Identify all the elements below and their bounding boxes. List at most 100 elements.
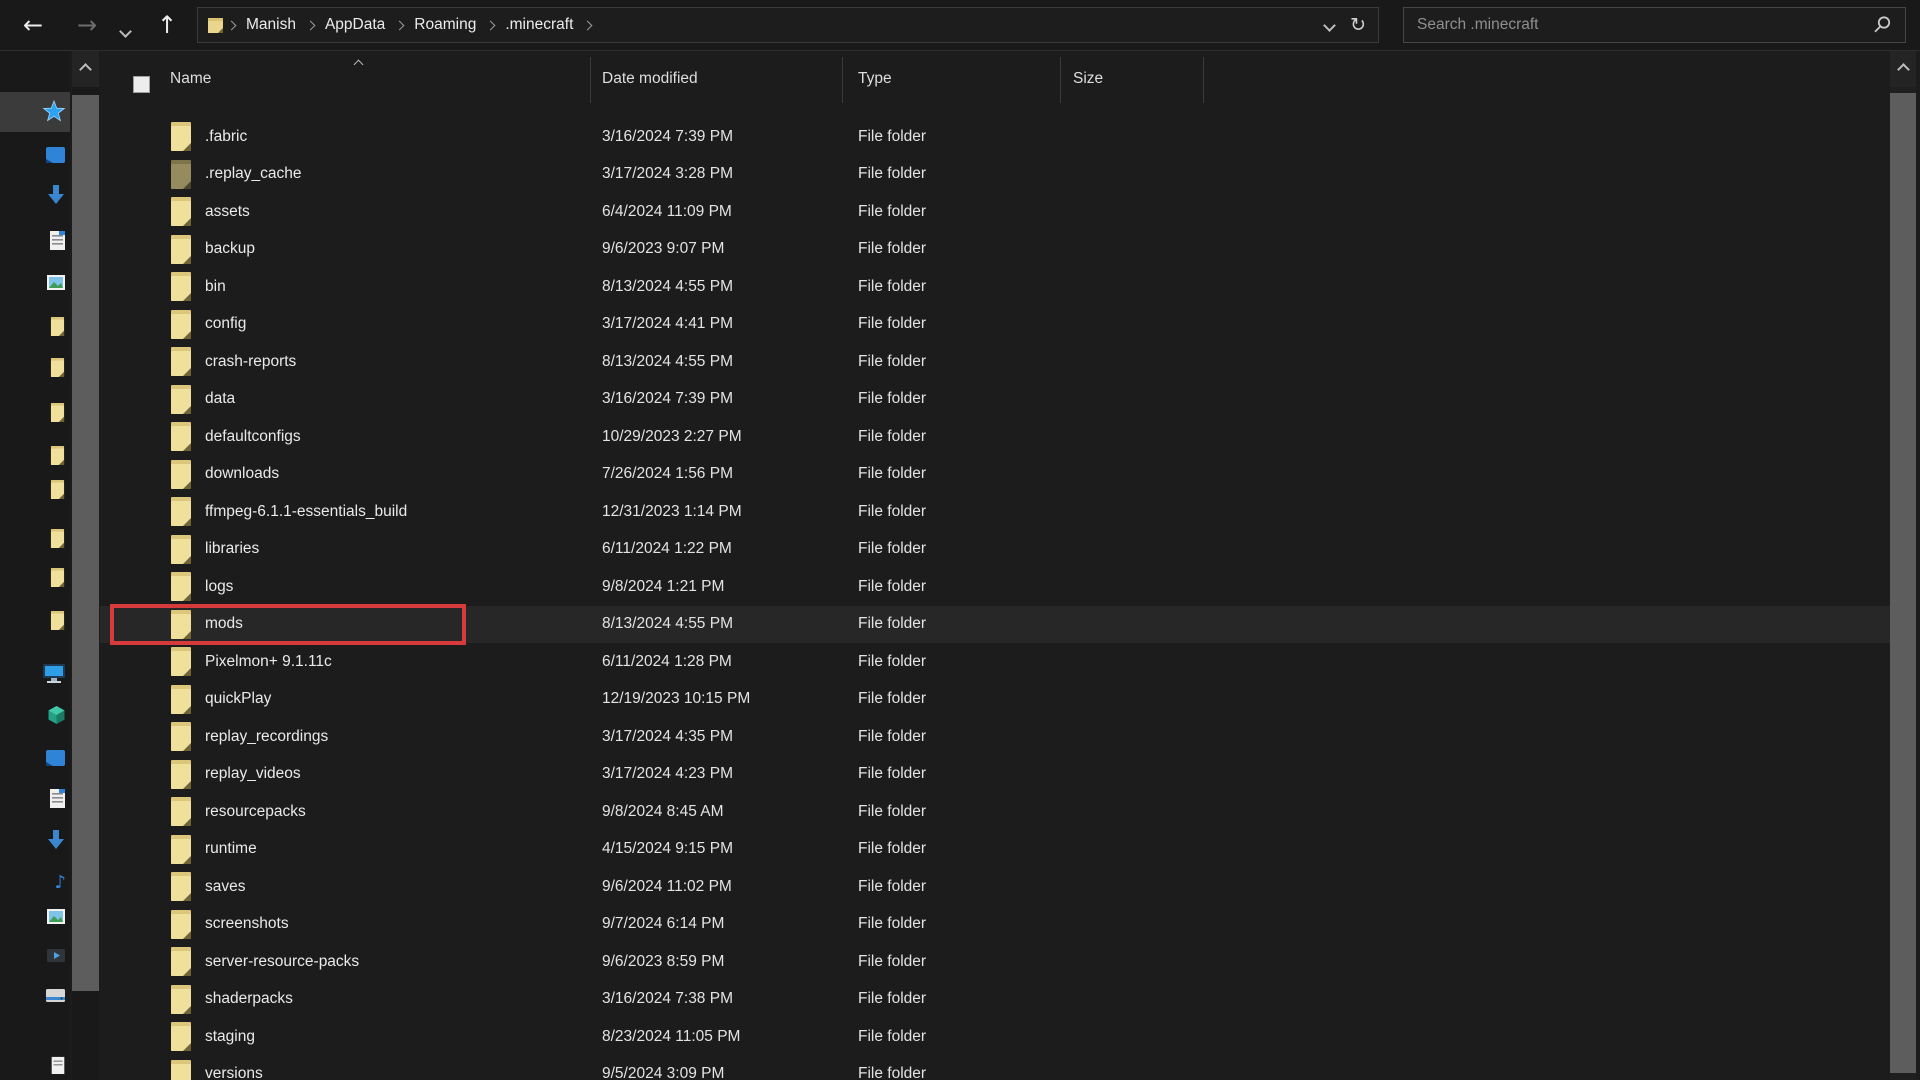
sidebar-scrollbar[interactable] (72, 51, 99, 1080)
sidebar-item-local-disk[interactable] (0, 979, 70, 1011)
folder-icon (171, 159, 191, 189)
file-row[interactable]: libraries 6/11/2024 1:22 PM File folder (100, 531, 1890, 569)
recent-locations-button[interactable] (113, 14, 137, 48)
file-row[interactable]: .replay_cache 3/17/2024 3:28 PM File fol… (100, 156, 1890, 194)
refresh-icon[interactable]: ↻ (1350, 15, 1366, 35)
folder-icon (171, 497, 191, 527)
sidebar-item-folder[interactable] (0, 310, 70, 342)
file-row[interactable]: runtime 4/15/2024 9:15 PM File folder (100, 831, 1890, 869)
sidebar-item-documents[interactable] (0, 224, 70, 256)
file-type: File folder (858, 315, 927, 333)
search-box[interactable]: Search .minecraft (1403, 7, 1906, 43)
sidebar-item-folder[interactable] (0, 604, 70, 636)
sidebar-item-pictures[interactable] (0, 266, 70, 298)
file-name: server-resource-packs (205, 952, 360, 970)
sidebar-item-folder[interactable] (0, 439, 70, 471)
column-header-name[interactable]: Name (170, 51, 211, 107)
file-type: File folder (858, 990, 927, 1008)
sidebar-item-folder[interactable] (0, 522, 70, 554)
sidebar-item-this-pc[interactable] (0, 657, 70, 689)
sidebar-item-desktop[interactable] (0, 742, 70, 774)
file-row[interactable]: assets 6/4/2024 11:09 PM File folder (100, 193, 1890, 231)
file-name: libraries (205, 540, 260, 558)
file-row[interactable]: ffmpeg-6.1.1-essentials_build 12/31/2023… (100, 493, 1890, 531)
column-header-type[interactable]: Type (858, 51, 892, 107)
downloads-icon (46, 184, 66, 206)
breadcrumb-segment[interactable]: .minecraft (496, 16, 582, 34)
file-icon (50, 1056, 66, 1074)
sidebar-item-downloads[interactable] (0, 824, 70, 856)
file-name: defaultconfigs (205, 427, 301, 445)
scroll-up-button[interactable] (1890, 51, 1916, 87)
sidebar-item-desktop[interactable] (0, 139, 70, 171)
main-scrollbar-thumb[interactable] (1890, 93, 1916, 1073)
breadcrumb-separator-icon (485, 20, 496, 30)
sidebar-item-quick-access-star[interactable] (0, 96, 70, 128)
column-header-size[interactable]: Size (1073, 51, 1103, 107)
column-divider[interactable] (1060, 57, 1061, 103)
folder-icon (171, 309, 191, 339)
sidebar-item-pictures[interactable] (0, 900, 70, 932)
file-row[interactable]: logs 9/8/2024 1:21 PM File folder (100, 568, 1890, 606)
file-row[interactable]: data 3/16/2024 7:39 PM File folder (100, 381, 1890, 419)
file-row[interactable]: replay_recordings 3/17/2024 4:35 PM File… (100, 718, 1890, 756)
back-button[interactable]: ← (16, 8, 50, 42)
breadcrumb-segment[interactable]: Roaming (405, 16, 485, 34)
file-name: Pixelmon+ 9.1.11c (205, 652, 332, 670)
file-row[interactable]: server-resource-packs 9/6/2023 8:59 PM F… (100, 943, 1890, 981)
file-type: File folder (858, 165, 927, 183)
3d-objects-icon (47, 705, 66, 725)
file-row[interactable]: resourcepacks 9/8/2024 8:45 AM File fold… (100, 793, 1890, 831)
sidebar-item-folder[interactable] (0, 473, 70, 505)
date-modified: 3/16/2024 7:38 PM (602, 990, 733, 1008)
forward-button[interactable]: → (70, 8, 104, 42)
folder-icon (171, 872, 191, 902)
column-header-date-modified[interactable]: Date modified (602, 51, 698, 107)
sidebar-item-documents[interactable] (0, 782, 70, 814)
file-row[interactable]: shaderpacks 3/16/2024 7:38 PM File folde… (100, 981, 1890, 1019)
file-row[interactable]: .fabric 3/16/2024 7:39 PM File folder (100, 118, 1890, 156)
scroll-up-button[interactable] (72, 51, 99, 87)
file-row[interactable]: config 3/17/2024 4:41 PM File folder (100, 306, 1890, 344)
sidebar-item-music[interactable]: ♪ (0, 867, 70, 899)
music-icon: ♪ (54, 872, 67, 893)
file-type: File folder (858, 1065, 927, 1080)
up-button[interactable]: ↑ (150, 8, 184, 42)
column-divider[interactable] (1203, 57, 1204, 103)
file-row[interactable]: mods 8/13/2024 4:55 PM File folder (100, 603, 1890, 645)
file-row[interactable]: Pixelmon+ 9.1.11c 6/11/2024 1:28 PM File… (100, 643, 1890, 681)
file-row[interactable]: quickPlay 12/19/2023 10:15 PM File folde… (100, 681, 1890, 719)
file-row[interactable]: versions 9/5/2024 3:09 PM File folder (100, 1056, 1890, 1080)
select-all-checkbox[interactable] (133, 76, 150, 93)
file-row[interactable]: screenshots 9/7/2024 6:14 PM File folder (100, 906, 1890, 944)
sidebar-item-folder[interactable] (0, 351, 70, 383)
file-type: File folder (858, 390, 927, 408)
breadcrumb: Manish AppData Roaming .minecraft (226, 16, 593, 34)
file-row[interactable]: saves 9/6/2024 11:02 PM File folder (100, 868, 1890, 906)
sidebar-item-folder[interactable] (0, 561, 70, 593)
sidebar-item-folder[interactable] (0, 396, 70, 428)
sidebar-item-file[interactable] (0, 1049, 70, 1080)
breadcrumb-segment[interactable]: Manish (237, 16, 305, 34)
file-row[interactable]: defaultconfigs 10/29/2023 2:27 PM File f… (100, 418, 1890, 456)
sidebar-item-videos[interactable] (0, 939, 70, 971)
file-name: data (205, 390, 236, 408)
file-row[interactable]: bin 8/13/2024 4:55 PM File folder (100, 268, 1890, 306)
column-divider[interactable] (590, 57, 591, 103)
sidebar-item-3d-objects[interactable] (0, 699, 70, 731)
file-row[interactable]: crash-reports 8/13/2024 4:55 PM File fol… (100, 343, 1890, 381)
date-modified: 12/19/2023 10:15 PM (602, 690, 751, 708)
file-row[interactable]: backup 9/6/2023 9:07 PM File folder (100, 231, 1890, 269)
file-type: File folder (858, 765, 927, 783)
file-row[interactable]: downloads 7/26/2024 1:56 PM File folder (100, 456, 1890, 494)
column-divider[interactable] (842, 57, 843, 103)
address-dropdown-icon[interactable] (1323, 18, 1336, 32)
main-scrollbar[interactable] (1890, 51, 1916, 1080)
file-row[interactable]: staging 8/23/2024 11:05 PM File folder (100, 1018, 1890, 1056)
sidebar-scrollbar-thumb[interactable] (72, 95, 99, 991)
file-row[interactable]: replay_videos 3/17/2024 4:23 PM File fol… (100, 756, 1890, 794)
address-bar[interactable]: Manish AppData Roaming .minecraft ↻ (197, 7, 1379, 43)
breadcrumb-segment[interactable]: AppData (316, 16, 394, 34)
sidebar-item-downloads[interactable] (0, 179, 70, 211)
column-label: Date modified (602, 70, 698, 87)
